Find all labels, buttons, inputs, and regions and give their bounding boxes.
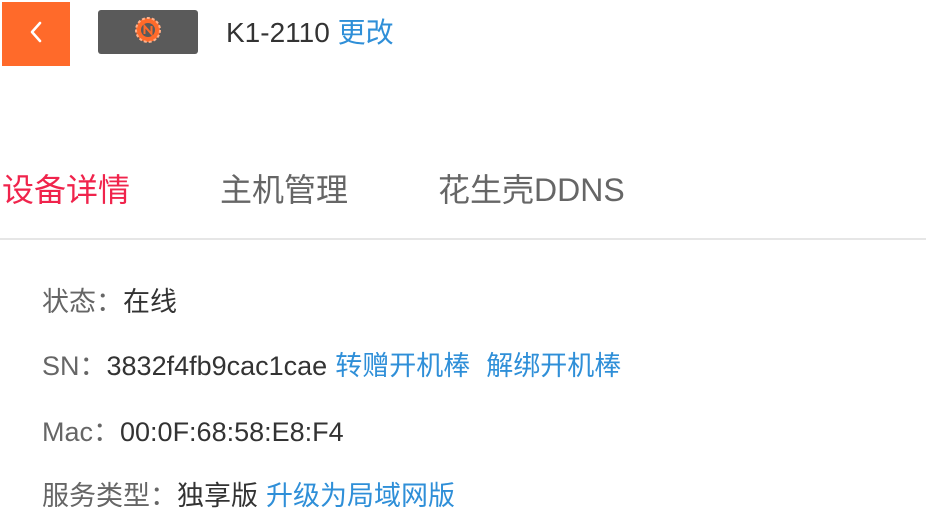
header-bar: K1-2110 更改 <box>0 0 926 70</box>
tab-device-details[interactable]: 设备详情 <box>2 170 130 210</box>
chevron-left-icon <box>27 19 45 50</box>
upgrade-lan-link[interactable]: 升级为局域网版 <box>266 481 455 511</box>
device-detail-page: K1-2110 更改 设备详情 主机管理 花生壳DDNS 状态：在线 SN：38… <box>0 0 926 532</box>
sn-label: SN： <box>42 351 107 381</box>
device-model: K1-2110 <box>226 17 330 48</box>
service-type-label: 服务类型： <box>42 481 177 511</box>
sn-value: 3832f4fb9cac1cae <box>106 351 328 381</box>
status-label: 状态： <box>42 287 123 317</box>
sn-row: SN：3832f4fb9cac1cae 转赠开机棒 解绑开机棒 <box>42 346 621 386</box>
device-logo <box>98 10 198 54</box>
device-title: K1-2110 更改 <box>226 16 394 50</box>
status-value: 在线 <box>123 287 177 317</box>
tabs-divider <box>0 238 926 240</box>
transfer-boot-stick-link[interactable]: 转赠开机棒 <box>335 351 470 381</box>
tab-bar: 设备详情 主机管理 花生壳DDNS <box>0 160 926 240</box>
tab-ddns[interactable]: 花生壳DDNS <box>438 170 625 210</box>
tab-host-management[interactable]: 主机管理 <box>220 170 348 210</box>
unbind-boot-stick-link[interactable]: 解绑开机棒 <box>486 351 621 381</box>
service-type-value: 独享版 <box>177 481 258 511</box>
change-device-link[interactable]: 更改 <box>338 17 394 48</box>
back-button[interactable] <box>2 2 70 66</box>
mac-row: Mac：00:0F:68:58:E8:F4 <box>42 412 344 452</box>
mac-label: Mac： <box>42 417 121 447</box>
brand-logo-icon <box>132 14 164 51</box>
mac-value: 00:0F:68:58:E8:F4 <box>120 417 344 447</box>
service-type-row: 服务类型：独享版 升级为局域网版 <box>42 476 455 516</box>
status-row: 状态：在线 <box>42 282 177 322</box>
